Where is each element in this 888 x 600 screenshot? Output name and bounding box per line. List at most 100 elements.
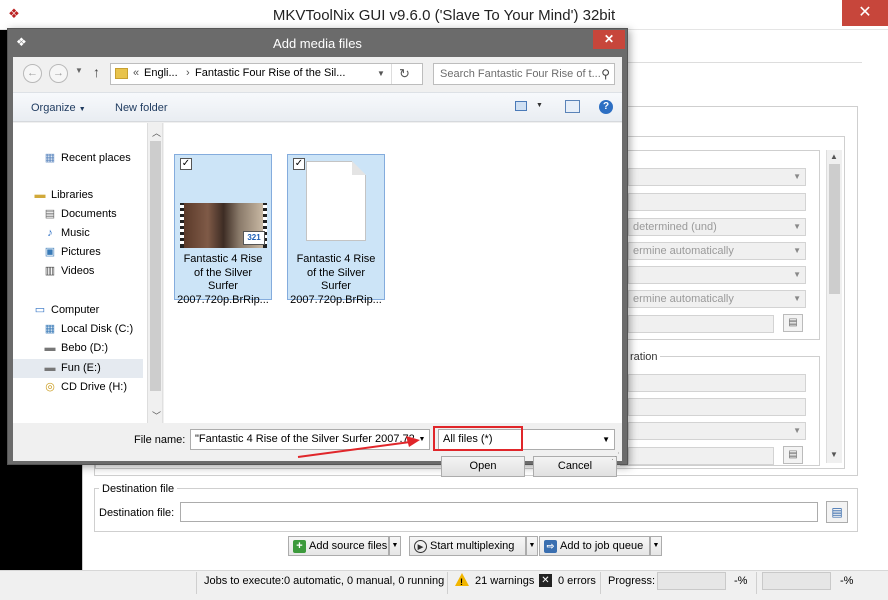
prop-combo-1[interactable]: ▼: [628, 168, 806, 186]
start-multiplexing-button[interactable]: ▶ Start multiplexing: [409, 536, 526, 556]
progress-bar-current: [657, 572, 726, 590]
progress-label: Progress:: [608, 575, 656, 587]
nav-scroll-thumb[interactable]: [150, 141, 161, 391]
search-icon: ⚲: [601, 67, 610, 81]
pictures-icon: ▣: [44, 246, 56, 258]
add-media-files-dialog: ❖ Add media files ✕ ← → ▼ ↑ « Engli... ›…: [7, 28, 628, 477]
progress-percent-current: -%: [734, 575, 748, 587]
command-bar: Organize ▼ New folder ▼ ?: [13, 92, 622, 122]
nav-scrollbar[interactable]: ︿ ﹀: [147, 123, 162, 423]
progress-percent-total: -%: [840, 575, 854, 587]
nav-local-disk-c[interactable]: ▦ Local Disk (C:): [13, 320, 143, 339]
error-icon[interactable]: ✕: [539, 574, 552, 587]
recent-locations-dropdown[interactable]: ▼: [75, 66, 83, 75]
nav-music[interactable]: ♪ Music: [13, 224, 143, 243]
tab-strip-line: [600, 62, 862, 63]
file-item-video[interactable]: ✓ 321 Fantastic 4 Rise of the Silver Sur…: [174, 154, 272, 306]
add-source-files-button[interactable]: + Add source files: [288, 536, 389, 556]
status-separator: [447, 572, 448, 594]
chevron-up-icon[interactable]: ︿: [152, 126, 161, 139]
file-name-label: File name:: [134, 434, 186, 446]
chevron-down-icon: ▼: [602, 435, 610, 444]
media-player-badge-icon: 321: [243, 231, 265, 245]
destination-browse-button[interactable]: ▤: [826, 501, 848, 523]
windows-drive-icon: ▦: [44, 323, 56, 335]
resize-grip-icon[interactable]: ⋰: [611, 451, 620, 462]
nav-pictures[interactable]: ▣ Pictures: [13, 243, 143, 262]
view-thumbnails-icon[interactable]: [515, 101, 527, 111]
chevron-down-icon[interactable]: ﹀: [152, 409, 161, 422]
main-close-button[interactable]: ✕: [842, 0, 888, 26]
prop-combo-3[interactable]: ▼: [628, 422, 806, 440]
file-checkbox[interactable]: ✓: [293, 158, 305, 170]
prop-field-1[interactable]: [628, 193, 806, 211]
dialog-close-button[interactable]: ✕: [593, 30, 625, 49]
add-queue-dropdown[interactable]: ▼: [650, 536, 662, 556]
address-dropdown[interactable]: ▼: [377, 69, 385, 78]
prop-file-field-2[interactable]: [628, 447, 774, 465]
cancel-button[interactable]: Cancel: [533, 456, 617, 477]
prop-field-2[interactable]: [628, 374, 806, 392]
destination-group-label: Destination file: [99, 483, 178, 495]
address-bar[interactable]: « Engli... › Fantastic Four Rise of the …: [110, 63, 423, 85]
progress-bar-total: [762, 572, 831, 590]
music-icon: ♪: [47, 227, 53, 239]
prop-browse-button[interactable]: ▤: [783, 314, 803, 332]
computer-icon: ▭: [34, 304, 46, 316]
refresh-icon: ↻: [399, 66, 410, 81]
search-input[interactable]: Search Fantastic Four Rise of t... ⚲: [433, 63, 615, 85]
nav-libraries[interactable]: ▬ Libraries: [13, 186, 143, 205]
prop-combo-2[interactable]: ▼: [628, 266, 806, 284]
jobs-value: 0 automatic, 0 manual, 0 running: [284, 575, 445, 587]
refresh-button[interactable]: ↻: [399, 66, 410, 82]
nav-cd-drive-h[interactable]: ◎ CD Drive (H:): [13, 378, 143, 397]
up-arrow-icon: ↑: [93, 64, 100, 80]
help-icon[interactable]: ?: [599, 100, 613, 114]
add-to-job-queue-button[interactable]: ⇨ Add to job queue: [539, 536, 650, 556]
breadcrumb-separator[interactable]: ›: [186, 67, 190, 79]
back-button[interactable]: ←: [23, 64, 42, 83]
add-source-dropdown[interactable]: ▼: [389, 536, 401, 556]
chevron-down-icon: ▼: [75, 66, 83, 75]
errors-count[interactable]: 0 errors: [558, 575, 596, 587]
nav-videos[interactable]: ▥ Videos: [13, 262, 143, 281]
prop-field-3[interactable]: [628, 398, 806, 416]
breadcrumb-item-english[interactable]: Engli...: [144, 67, 178, 79]
drive-icon: ▬: [44, 342, 56, 354]
props-scroll-thumb[interactable]: [829, 164, 840, 294]
main-window-title: MKVToolNix GUI v9.6.0 ('Slave To Your Mi…: [272, 7, 616, 24]
documents-icon: ▤: [44, 208, 56, 220]
destination-file-input[interactable]: [180, 502, 818, 522]
prop-mode-combo-2[interactable]: ermine automatically ▼: [628, 290, 806, 308]
view-dropdown[interactable]: ▼: [536, 102, 543, 109]
warnings-count[interactable]: 21 warnings: [475, 575, 534, 587]
nav-bebo-d[interactable]: ▬ Bebo (D:): [13, 339, 143, 358]
start-mux-dropdown[interactable]: ▼: [526, 536, 538, 556]
organize-button[interactable]: Organize ▼: [31, 102, 86, 114]
nav-documents[interactable]: ▤ Documents: [13, 205, 143, 224]
jobs-label: Jobs to execute:: [204, 575, 285, 587]
prop-file-field[interactable]: [628, 315, 774, 333]
open-button-highlight-box: [433, 426, 523, 451]
props-scrollbar[interactable]: ▲ ▼: [826, 150, 842, 463]
scroll-up-icon[interactable]: ▲: [830, 152, 838, 161]
forward-button[interactable]: →: [49, 64, 68, 83]
prop-mode-combo-1[interactable]: ermine automatically ▼: [628, 242, 806, 260]
preview-pane-icon[interactable]: [565, 100, 580, 113]
prop-browse-button-2[interactable]: ▤: [783, 446, 803, 464]
file-checkbox[interactable]: ✓: [180, 158, 192, 170]
prop-language-combo[interactable]: determined (und) ▼: [628, 218, 806, 236]
queue-icon: ⇨: [544, 540, 557, 553]
destination-field-label: Destination file:: [99, 507, 175, 519]
file-item-document[interactable]: ✓ Fantastic 4 Rise of the Silver Surfer …: [287, 154, 385, 306]
chevron-down-icon: ▼: [391, 542, 399, 549]
nav-recent-places[interactable]: ▦ Recent places: [13, 149, 143, 168]
new-folder-button[interactable]: New folder: [115, 102, 168, 114]
up-button[interactable]: ↑: [93, 64, 100, 80]
breadcrumb-item-folder[interactable]: Fantastic Four Rise of the Sil...: [195, 67, 345, 79]
nav-computer[interactable]: ▭ Computer: [13, 301, 143, 320]
open-button[interactable]: Open: [441, 456, 525, 477]
scroll-down-icon[interactable]: ▼: [830, 450, 838, 459]
nav-fun-e[interactable]: ▬ Fun (E:): [13, 359, 143, 378]
file-name: Fantastic 4 Rise of the Silver Surfer 20…: [177, 253, 269, 306]
